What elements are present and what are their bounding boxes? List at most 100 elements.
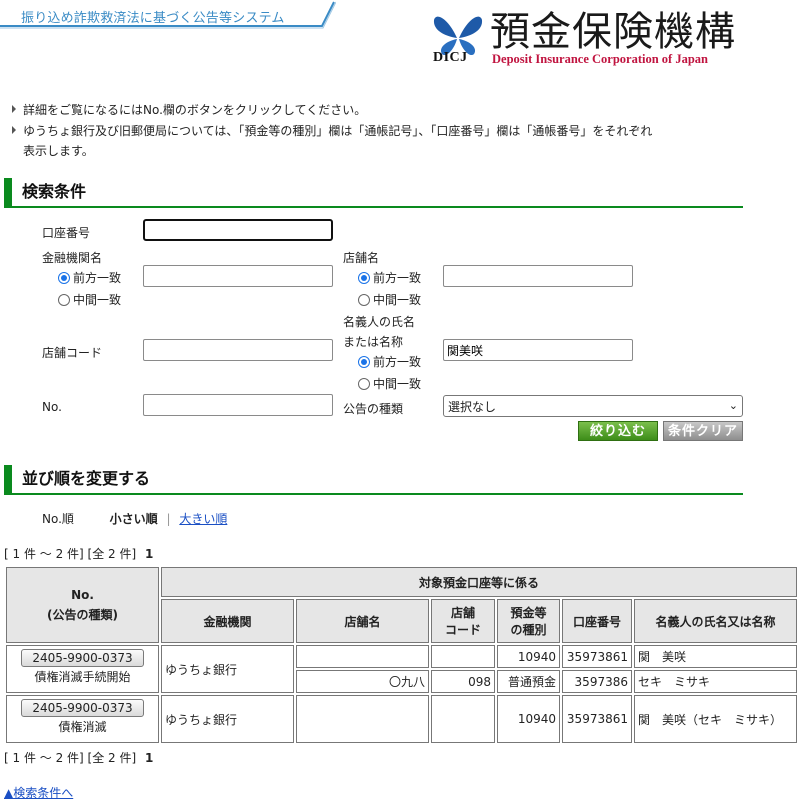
result-total: [全 2 件] (87, 547, 137, 561)
note-text: ゆうちょ銀行及び旧郵便局については、「預金等の種別」欄は「通帳記号」、「口座番号… (23, 124, 653, 138)
type-cell: 普通預金 (497, 670, 560, 693)
search-conditions-heading: 検索条件 (4, 178, 743, 208)
bullet-triangle-icon (12, 105, 16, 113)
branch-code-cell (431, 695, 495, 743)
radio-label: 中間一致 (373, 377, 422, 391)
col-header-branch-code-2: コード (444, 623, 481, 637)
result-range: [ 1 件 ～ 2 件] (4, 751, 84, 765)
current-page: 1 (145, 547, 154, 561)
holder-prefix-match-radio[interactable]: 前方一致 (358, 353, 421, 370)
branch-code-label: 店舗コード (42, 346, 103, 360)
bank-partial-match-radio[interactable]: 中間一致 (58, 291, 121, 308)
pagination-top: [ 1 件 ～ 2 件] [全 2 件] 1 (4, 545, 153, 562)
account-cell: 3597386 (562, 670, 632, 693)
branch-prefix-match-radio[interactable]: 前方一致 (358, 269, 421, 286)
logo-japanese-name: 預金保険機構 (490, 9, 736, 55)
holder-name-input[interactable] (443, 339, 633, 361)
branch-code-cell: 098 (431, 670, 495, 693)
table-row: 2405-9900-0373 債権消滅 ゆうちょ銀行 10940 3597386… (6, 695, 797, 743)
radio-label: 前方一致 (373, 271, 422, 285)
radio-empty-icon (358, 377, 370, 390)
radio-empty-icon (358, 293, 370, 306)
branch-cell: 〇九八 (296, 670, 429, 693)
radio-selected-icon (58, 271, 70, 284)
notice-type-select[interactable]: 選択なし ⌄ (443, 395, 743, 417)
branch-code-input[interactable] (143, 339, 333, 361)
col-header-type: 預金等 の種別 (497, 599, 560, 643)
no-cell: 2405-9900-0373 債権消滅手続開始 (6, 645, 159, 693)
no-input[interactable] (143, 394, 333, 416)
detail-button[interactable]: 2405-9900-0373 (21, 699, 144, 717)
branch-cell (296, 695, 429, 743)
holder-partial-match-radio[interactable]: 中間一致 (358, 375, 421, 392)
sort-descending-link[interactable]: 大きい順 (179, 512, 227, 526)
branch-code-cell (431, 645, 495, 668)
type-cell: 10940 (497, 695, 560, 743)
col-header-no-sub: (公告の種類) (47, 607, 118, 622)
col-header-branch: 店舗名 (296, 599, 429, 643)
sort-ascending-current: 小さい順 (109, 512, 158, 526)
account-number-label: 口座番号 (42, 226, 91, 240)
notice-type-selected: 選択なし (448, 400, 497, 414)
note-text: 詳細をご覧になるにはNo.欄のボタンをクリックしてください。 (23, 103, 367, 117)
note-line-1: 詳細をご覧になるにはNo.欄のボタンをクリックしてください。 (12, 101, 366, 118)
result-total: [全 2 件] (87, 751, 137, 765)
system-title-tab: 振り込め詐欺救済法に基づく公告等システム (0, 0, 336, 30)
detail-button[interactable]: 2405-9900-0373 (21, 649, 144, 667)
no-cell: 2405-9900-0373 債権消滅 (6, 695, 159, 743)
branch-cell (296, 645, 429, 668)
filter-button[interactable]: 絞り込む (578, 421, 658, 441)
logo-english-name: Deposit Insurance Corporation of Japan (492, 52, 708, 66)
col-header-account: 口座番号 (562, 599, 632, 643)
account-number-input[interactable] (143, 219, 333, 241)
holder-cell: 関 美咲（セキ ミサキ） (634, 695, 797, 743)
logo-abbreviation: DICJ (433, 50, 468, 65)
account-cell: 35973861 (562, 695, 632, 743)
results-table: No. (公告の種類) 対象預金口座等に係る 金融機関 店舗名 店舗 コード 預… (4, 565, 799, 745)
sort-field-label: No.順 (42, 512, 74, 526)
bank-prefix-match-radio[interactable]: 前方一致 (58, 269, 121, 286)
col-header-bank: 金融機関 (161, 599, 294, 643)
col-header-type-2: の種別 (510, 623, 547, 637)
holder-cell: 関 美咲 (634, 645, 797, 668)
branch-name-input[interactable] (443, 265, 633, 287)
bullet-triangle-icon (12, 126, 16, 134)
current-page: 1 (145, 751, 154, 765)
chevron-down-icon: ⌄ (728, 399, 738, 412)
bank-name-input[interactable] (143, 265, 333, 287)
note-line-3: 表示します。 (23, 142, 94, 159)
table-row: 2405-9900-0373 債権消滅手続開始 ゆうちょ銀行 10940 359… (6, 645, 797, 693)
no-label: No. (42, 400, 62, 414)
sort-separator: | (166, 512, 171, 526)
note-line-2: ゆうちょ銀行及び旧郵便局については、「預金等の種別」欄は「通帳記号」、「口座番号… (12, 122, 652, 139)
holder-name-label: 名義人の氏名 (343, 315, 416, 329)
type-cell: 10940 (497, 645, 560, 668)
dicj-logo[interactable]: DICJ 預金保険機構 Deposit Insurance Corporatio… (430, 8, 750, 70)
radio-selected-icon (358, 355, 370, 368)
col-header-type-1: 預金等 (510, 606, 547, 620)
sort-order-heading: 並び順を変更する (4, 465, 743, 495)
back-to-search-link[interactable]: ▲検索条件へ (4, 784, 73, 801)
col-header-no: No. (公告の種類) (6, 567, 159, 643)
clear-conditions-button[interactable]: 条件クリア (663, 421, 743, 441)
bank-cell: ゆうちょ銀行 (161, 695, 294, 743)
account-cell: 35973861 (562, 645, 632, 668)
radio-label: 中間一致 (373, 293, 422, 307)
holder-cell: セキ ミサキ (634, 670, 797, 693)
note-text: 表示します。 (23, 144, 94, 158)
result-range: [ 1 件 ～ 2 件] (4, 547, 84, 561)
notice-type-text: 債権消滅 (58, 720, 107, 734)
bank-name-label: 金融機関名 (42, 251, 103, 265)
col-header-branch-code: 店舗 コード (431, 599, 495, 643)
col-header-holder: 名義人の氏名又は名称 (634, 599, 797, 643)
notice-type-label: 公告の種類 (343, 402, 404, 416)
branch-partial-match-radio[interactable]: 中間一致 (358, 291, 421, 308)
branch-name-label: 店舗名 (343, 251, 380, 265)
group-header: 対象預金口座等に係る (161, 567, 797, 597)
radio-label: 中間一致 (73, 293, 122, 307)
col-header-branch-code-1: 店舗 (450, 606, 475, 620)
sort-options: No.順 小さい順 | 大きい順 (42, 510, 227, 527)
system-title[interactable]: 振り込め詐欺救済法に基づく公告等システム (21, 7, 285, 26)
pagination-bottom: [ 1 件 ～ 2 件] [全 2 件] 1 (4, 749, 153, 766)
notice-type-text: 債権消滅手続開始 (34, 670, 131, 684)
